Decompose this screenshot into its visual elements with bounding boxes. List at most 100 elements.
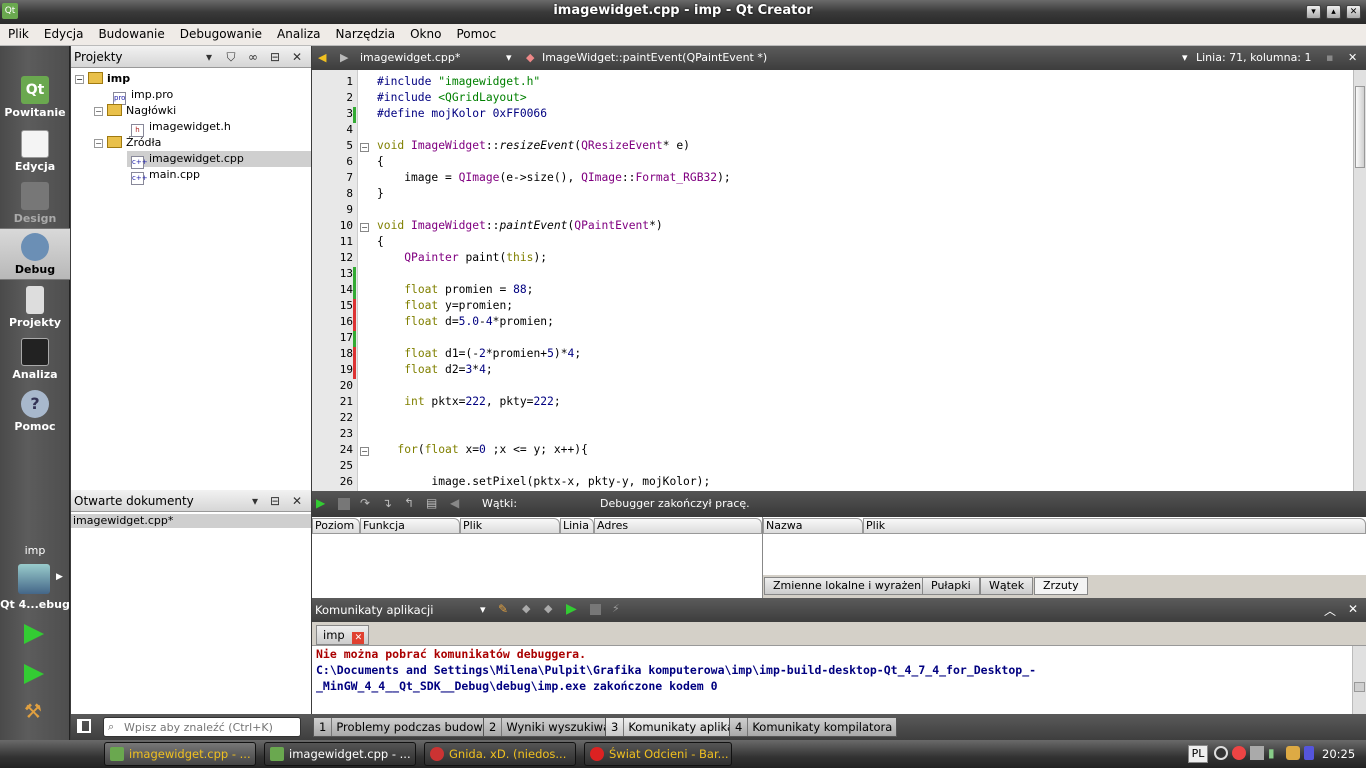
step-out-icon[interactable]: ↰ [404,496,420,512]
menu-debugowanie[interactable]: Debugowanie [172,24,269,41]
pane-tab-compile-output[interactable]: 4 Komunikaty kompilatora [729,717,898,737]
tree-project-imp[interactable]: − imp [75,71,130,87]
chevron-down-icon[interactable]: ▾ [201,49,217,65]
rerun-icon[interactable]: ✎ [498,602,508,616]
step-into-icon[interactable]: ↴ [382,496,398,512]
stack-col-adres[interactable]: Adres [594,518,762,534]
open-document-item[interactable]: imagewidget.cpp* [71,514,311,528]
tray-display-icon[interactable] [1250,746,1264,760]
scrollbar-thumb[interactable] [1355,86,1365,168]
menu-budowanie[interactable]: Budowanie [90,24,171,41]
close-icon[interactable]: ✕ [1346,5,1361,19]
menu-pomoc[interactable]: Pomoc [448,24,503,41]
run-icon[interactable] [24,624,44,644]
close-editor-icon[interactable]: ✕ [1348,51,1357,64]
attach-icon[interactable]: ⚡ [612,602,620,615]
link-icon[interactable]: ∞ [245,49,261,65]
tray-battery-icon[interactable] [1304,746,1314,760]
run-app-icon[interactable]: ▶ [566,601,577,617]
disassembly-icon[interactable]: ▤ [426,496,442,512]
minimize-icon[interactable]: ▾ [1306,5,1321,19]
chevron-down-icon[interactable]: ▾ [480,603,486,616]
tree-item-main-cpp[interactable]: c++main.cpp [131,167,200,185]
kit-arrow-icon[interactable]: ▶ [56,572,63,582]
menu-okno[interactable]: Okno [402,24,448,41]
tray-eye-icon[interactable] [1214,746,1228,760]
fold-marker-icon[interactable]: − [360,143,369,152]
close-panel-icon[interactable]: ✕ [1348,602,1358,616]
fold-marker-icon[interactable]: − [360,447,369,456]
step-over-icon[interactable]: ↷ [360,496,376,512]
function-combo[interactable]: ImageWidget::paintEvent(QPaintEvent *) [542,51,767,64]
mode-design[interactable]: Design [0,178,70,230]
collapse-icon[interactable]: − [94,107,103,116]
stop-app-icon[interactable] [590,604,601,615]
mode-edycja[interactable]: Edycja [0,126,70,178]
continue-icon[interactable]: ▶ [316,496,332,512]
tab-breakpoints[interactable]: Pułapki [922,577,980,595]
taskbar-item-opera[interactable]: Świat Odcieni - Bar... [584,742,732,766]
mode-powitanie[interactable]: Qt Powitanie [0,72,70,124]
close-pane-icon[interactable]: ✕ [289,493,305,509]
chevron-down-icon[interactable]: ▾ [247,493,263,509]
forward-arrow-icon[interactable]: ▶ [340,51,348,64]
maximize-panel-icon[interactable]: ︿ [1324,602,1336,619]
open-documents-title[interactable]: Otwarte dokumenty [74,494,194,508]
build-hammer-icon[interactable]: ⚒ [24,700,46,722]
toggle-sidebar-icon[interactable] [77,719,91,733]
taskbar-item-qtcreator-1[interactable]: imagewidget.cpp - ... [104,742,256,766]
mode-analiza[interactable]: Analiza [0,334,70,386]
tree-folder-headers[interactable]: − Nagłówki [94,103,176,119]
locals-col-plik[interactable]: Plik [863,518,1366,534]
tree-item-imp-pro[interactable]: pro imp.pro [113,87,173,105]
output-tab-imp[interactable]: imp ✕ [316,625,370,645]
tab-thread[interactable]: Wątek [980,577,1034,595]
application-output[interactable]: Nie można pobrać komunikatów debuggera. … [312,646,1366,714]
tray-network-icon[interactable]: ▮ [1268,746,1282,760]
chevron-down-icon[interactable]: ▾ [506,51,512,64]
output-title[interactable]: Komunikaty aplikacji [315,603,433,617]
editor-scrollbar[interactable] [1353,70,1366,491]
language-indicator[interactable]: PL [1188,745,1208,763]
chevron-down-icon[interactable]: ▾ [1182,51,1188,64]
menu-plik[interactable]: Plik [0,24,36,41]
taskbar-item-qtcreator-2[interactable]: imagewidget.cpp - ... [264,742,416,766]
tree-item-imagewidget-h[interactable]: h imagewidget.h [131,119,231,137]
pane-tab-search-results[interactable]: 2 Wyniki wyszukiwań [483,717,623,737]
current-file-combo[interactable]: imagewidget.cpp* [360,51,460,64]
split-icon[interactable]: ⊟ [267,49,283,65]
reverse-icon[interactable]: ◀ [450,496,466,512]
clock[interactable]: 20:25 [1322,747,1355,761]
stack-col-plik[interactable]: Plik [460,518,560,534]
close-pane-icon[interactable]: ✕ [289,49,305,65]
debug-run-icon[interactable] [24,664,44,684]
next-icon[interactable]: ◆ [544,602,552,615]
collapse-icon[interactable]: − [94,139,103,148]
mode-debug[interactable]: Debug [0,228,70,280]
mode-pomoc[interactable]: ? Pomoc [0,386,70,438]
locator-input[interactable] [124,720,296,734]
projects-pane-title[interactable]: Projekty [74,50,123,64]
tree-folder-sources[interactable]: − Źródła [94,135,161,151]
stop-icon[interactable] [338,498,350,510]
cursor-position[interactable]: Linia: 71, kolumna: 1 [1196,51,1312,64]
menu-analiza[interactable]: Analiza [269,24,328,41]
close-tab-icon[interactable]: ✕ [352,632,365,644]
maximize-icon[interactable]: ▴ [1326,5,1341,19]
stack-col-linia[interactable]: Linia [560,518,594,534]
back-arrow-icon[interactable]: ◀ [318,51,326,64]
lock-icon[interactable]: ▪ [1326,51,1333,64]
stack-col-funkcja[interactable]: Funkcja [360,518,460,534]
code-editor[interactable]: 1 2 3 4 5 6 7 8 9 10 11 12 13 14 15 16 1… [312,70,1366,491]
fold-marker-icon[interactable]: − [360,223,369,232]
output-scrollbar[interactable] [1352,646,1366,714]
locals-col-nazwa[interactable]: Nazwa [763,518,863,534]
tree-item-imagewidget-cpp[interactable]: c++imagewidget.cpp [127,151,311,169]
stack-col-poziom[interactable]: Poziom [312,518,360,534]
mode-projekty[interactable]: Projekty [0,282,70,334]
tab-snapshots[interactable]: Zrzuty [1034,577,1088,595]
menu-edycja[interactable]: Edycja [36,24,91,41]
menu-narzedzia[interactable]: Narzędzia [328,24,403,41]
filter-icon[interactable]: ⛉ [223,49,239,65]
tray-user-icon[interactable] [1286,746,1300,760]
